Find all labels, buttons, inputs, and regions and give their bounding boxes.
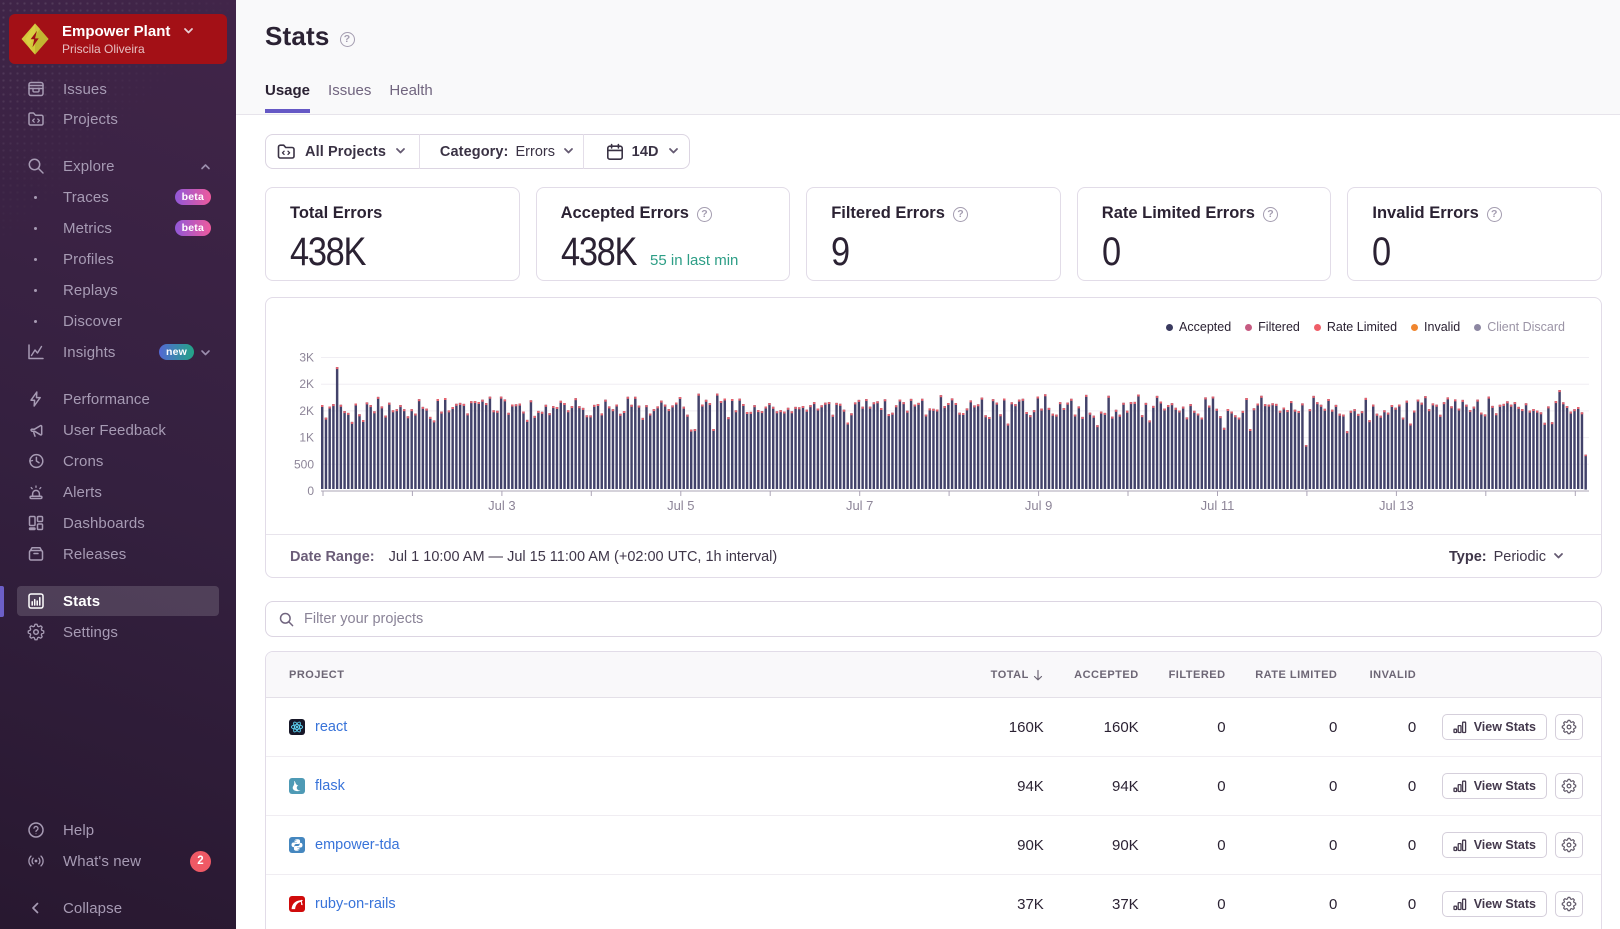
svg-text:Jul 7: Jul 7 — [846, 498, 873, 513]
svg-text:1K: 1K — [299, 431, 314, 445]
svg-text:3K: 3K — [299, 351, 314, 365]
svg-text:2K: 2K — [299, 377, 314, 391]
svg-text:Jul 9: Jul 9 — [1025, 498, 1052, 513]
svg-text:0: 0 — [307, 484, 314, 498]
svg-text:Jul 3: Jul 3 — [488, 498, 515, 513]
svg-text:500: 500 — [294, 457, 314, 471]
svg-text:Jul 13: Jul 13 — [1379, 498, 1414, 513]
svg-text:Jul 5: Jul 5 — [667, 498, 694, 513]
svg-text:2K: 2K — [299, 404, 314, 418]
svg-text:Jul 11: Jul 11 — [1201, 498, 1235, 513]
